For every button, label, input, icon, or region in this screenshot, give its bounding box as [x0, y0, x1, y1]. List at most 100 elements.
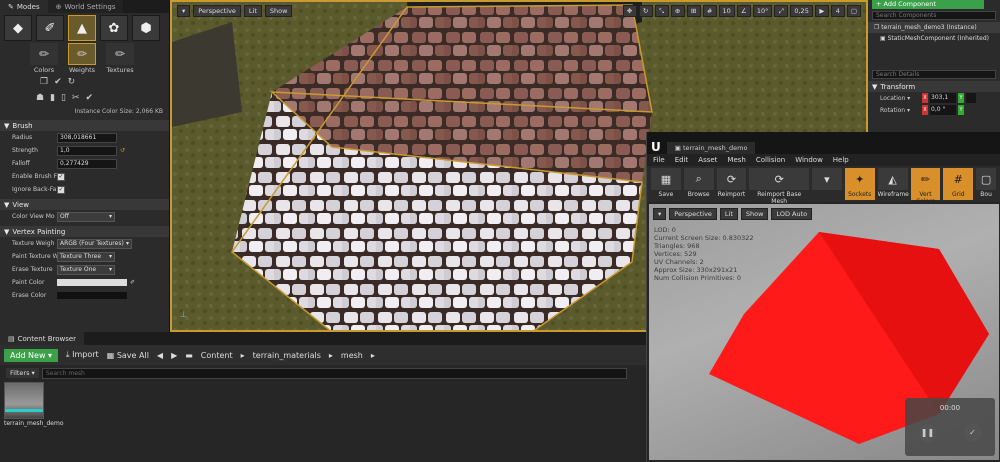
bounds-tool[interactable]: ▢ Bou — [976, 168, 997, 200]
strength-field[interactable]: 1,0 — [57, 145, 117, 156]
perspective-button[interactable]: Perspective — [193, 5, 241, 17]
tab-world-settings[interactable]: ⊕ World Settings — [47, 0, 124, 13]
menu-help[interactable]: Help — [833, 156, 849, 164]
scale-icon[interactable]: ⤡ — [654, 5, 669, 17]
menu-file[interactable]: File — [653, 156, 665, 164]
add-component-button[interactable]: + Add Component — [872, 0, 984, 9]
save-tool[interactable]: ▦ Save — [651, 168, 681, 200]
rotation-snap-value[interactable]: 10° — [752, 5, 773, 17]
mesh-perspective-button[interactable]: Perspective — [669, 208, 717, 220]
grid-tool[interactable]: # Grid — [943, 168, 974, 200]
color-view-dropdown[interactable]: Off — [57, 211, 115, 222]
tab-content-browser[interactable]: ▤ Content Browser — [0, 332, 85, 345]
scale-snap-icon[interactable]: ⤢ — [774, 5, 789, 17]
instance-tree-item[interactable]: ❐ terrain_mesh_demo3 (Instance) — [868, 22, 1000, 33]
camera-speed-value[interactable]: 4 — [830, 5, 845, 17]
texture-weight-dropdown[interactable]: ARGB (Four Textures) — [57, 238, 132, 249]
geometry-mode-icon[interactable]: ⬢ — [132, 15, 160, 41]
vertex-painting-header[interactable]: ▼ Vertex Painting — [0, 226, 169, 237]
tab-modes[interactable]: ✎ Modes — [0, 0, 48, 13]
import-button[interactable]: ⤓ Import — [66, 350, 99, 360]
mesh-show-button[interactable]: Show — [740, 208, 769, 220]
show-button[interactable]: Show — [264, 5, 293, 17]
textures-tool[interactable]: ✏ Textures — [106, 43, 134, 74]
search-mesh-input[interactable]: Search mesh — [41, 367, 627, 379]
rotate-icon[interactable]: ↻ — [638, 5, 653, 17]
blank-icon[interactable]: ▯ — [61, 93, 66, 103]
reset-icon[interactable]: ↺ — [120, 147, 125, 154]
mesh-viewport-options-button[interactable]: ▾ — [653, 208, 667, 220]
grid-snap-icon[interactable]: # — [702, 5, 717, 17]
forward-button[interactable]: ▶ — [171, 351, 177, 360]
enable-brush-checkbox[interactable]: ✓ — [57, 172, 65, 181]
menu-mesh[interactable]: Mesh — [727, 156, 745, 164]
view-section-header[interactable]: ▼ View — [0, 199, 169, 210]
transform-section-header[interactable]: ▼ Transform — [868, 81, 1000, 92]
landscape-mode-icon[interactable]: ▲ — [68, 15, 96, 41]
sockets-tool[interactable]: ✦ Sockets — [844, 168, 875, 200]
falloff-field[interactable]: 0,277429 — [57, 158, 117, 169]
add-new-button[interactable]: Add New ▾ — [4, 348, 59, 362]
eyedropper-icon[interactable]: ✐ — [130, 279, 135, 286]
fill-icon[interactable]: ☗ — [36, 93, 44, 103]
tools-icon[interactable]: ✂ — [72, 93, 80, 103]
crumb-mesh[interactable]: mesh — [341, 351, 363, 360]
paint-color-swatch[interactable] — [57, 279, 127, 286]
mesh-editor-tab[interactable]: ▣ terrain_mesh_demo — [666, 142, 756, 154]
location-y-field[interactable] — [966, 93, 976, 103]
vert-colors-tool[interactable]: ✏ Vert Colors — [910, 168, 941, 205]
colors-tool[interactable]: ✏ Colors — [30, 43, 58, 74]
bucket-icon[interactable]: ▮ — [50, 93, 55, 103]
pause-icon[interactable]: ❚❚ — [918, 424, 937, 442]
place-mode-icon[interactable]: ◆ — [4, 15, 32, 41]
viewport-options-button[interactable]: ▾ — [177, 5, 191, 17]
copy-icon[interactable]: ❐ — [40, 77, 48, 87]
erase-texture-dropdown[interactable]: Texture One — [57, 264, 115, 275]
crumb-content[interactable]: Content — [201, 351, 233, 360]
menu-collision[interactable]: Collision — [756, 156, 785, 164]
check-icon[interactable]: ✔ — [54, 77, 62, 87]
lit-button[interactable]: Lit — [243, 5, 262, 17]
location-x-field[interactable]: 303,1 — [930, 93, 956, 103]
lod-auto-button[interactable]: LOD Auto — [771, 208, 813, 220]
weights-tool[interactable]: ✏ Weights — [68, 43, 96, 74]
swap-icon[interactable]: ↻ — [68, 77, 76, 87]
wireframe-tool[interactable]: ◭ Wireframe — [877, 168, 909, 200]
foliage-mode-icon[interactable]: ✿ — [100, 15, 128, 41]
erase-color-swatch[interactable] — [57, 292, 127, 299]
maximize-icon[interactable]: ▢ — [846, 5, 861, 17]
paint-texture-dropdown[interactable]: Texture Three — [57, 251, 115, 262]
search-details-input[interactable]: Search Details — [872, 70, 996, 79]
camera-speed-icon[interactable]: ▶ — [814, 5, 829, 17]
mesh-lit-button[interactable]: Lit — [719, 208, 738, 220]
surface-snap-icon[interactable]: ⊞ — [686, 5, 701, 17]
check-icon[interactable]: ✓ — [963, 424, 982, 442]
asset-terrain-mesh-demo[interactable]: terrain_mesh_demo — [4, 382, 64, 427]
radius-field[interactable]: 308,018661 — [57, 132, 117, 143]
move-icon[interactable]: ✥ — [622, 5, 637, 17]
component-tree-item[interactable]: ▣ StaticMeshComponent (Inherited) — [868, 33, 1000, 44]
paint-mode-icon[interactable]: ✐ — [36, 15, 64, 41]
crumb-terrain-materials[interactable]: terrain_materials — [253, 351, 321, 360]
options-dropdown[interactable]: ▾ — [811, 168, 842, 200]
browse-tool[interactable]: ⌕ Browse — [683, 168, 714, 200]
scale-snap-value[interactable]: 0,25 — [790, 5, 813, 17]
reimport-base-mesh-tool[interactable]: ⟳ Reimport Base Mesh — [749, 168, 809, 205]
rotation-x-field[interactable]: 0,0 ° — [930, 105, 956, 115]
mesh-preview-viewport[interactable]: ▾ Perspective Lit Show LOD Auto LOD: 0 C… — [649, 204, 999, 460]
search-components-input[interactable]: Search Components — [872, 11, 996, 20]
check-icon[interactable]: ✔ — [86, 93, 94, 103]
menu-asset[interactable]: Asset — [698, 156, 717, 164]
menu-edit[interactable]: Edit — [675, 156, 689, 164]
filters-button[interactable]: Filters ▾ — [6, 368, 39, 378]
world-icon[interactable]: ⊕ — [670, 5, 685, 17]
grid-size-value[interactable]: 10 — [718, 5, 735, 17]
brush-section-header[interactable]: ▼ Brush — [0, 120, 169, 131]
reimport-tool[interactable]: ⟳ Reimport — [716, 168, 747, 200]
save-all-button[interactable]: ▦ Save All — [107, 351, 149, 360]
back-button[interactable]: ◀ — [157, 351, 163, 360]
ignore-back-checkbox[interactable]: ✓ — [57, 185, 65, 194]
menu-window[interactable]: Window — [795, 156, 823, 164]
rotation-snap-icon[interactable]: ∠ — [736, 5, 751, 17]
mesh-viewport-toolbar: ▾ Perspective Lit Show LOD Auto — [653, 208, 813, 220]
